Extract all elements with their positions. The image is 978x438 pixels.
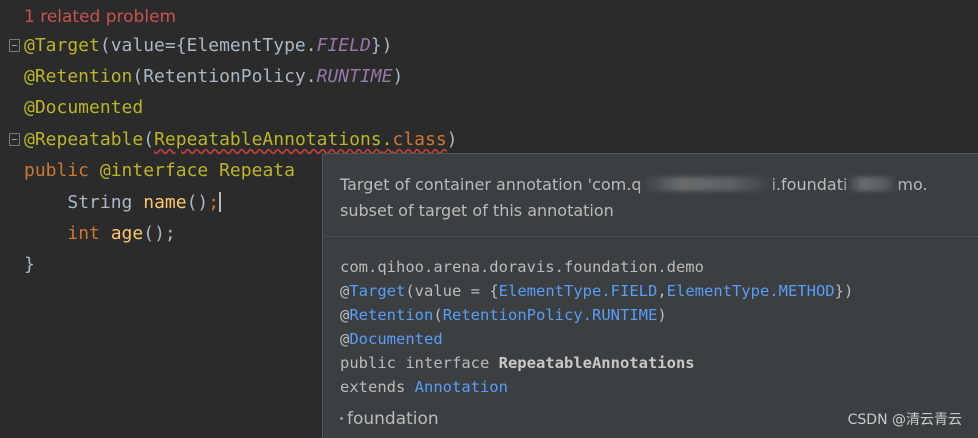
doc-text: @ (340, 282, 350, 300)
code-line-3[interactable]: @Documented (24, 92, 143, 123)
doc-package: com.qihoo.arena.doravis.foundation.demo (340, 258, 704, 276)
code-line-4[interactable]: @Repeatable(RepeatableAnnotations.class) (24, 124, 458, 155)
keyword-token: int (67, 223, 100, 244)
type-token: String (67, 192, 133, 213)
code-token: . (381, 129, 393, 150)
doc-link-retention[interactable]: Retention (349, 306, 433, 324)
code-token: ( (143, 129, 155, 150)
editor-gutter (0, 0, 22, 438)
keyword-token: public (24, 160, 90, 181)
annotation-token: @Repeatable (24, 129, 144, 150)
message-text: mo. (897, 175, 928, 194)
code-token: ) (446, 129, 458, 150)
error-tooltip-popup[interactable]: Target of container annotation 'com.q i.f… (322, 153, 978, 438)
watermark: CSDN @清云青云 (847, 412, 962, 428)
redacted-blur (847, 177, 898, 191)
redacted-blur (641, 177, 772, 191)
doc-link-documented[interactable]: Documented (349, 330, 442, 348)
module-name: foundation (347, 409, 439, 429)
code-line-7[interactable]: int age(); (24, 218, 176, 249)
fold-toggle-icon[interactable] (9, 39, 20, 52)
doc-text: public interface (340, 354, 499, 372)
constant-token: FIELD (316, 35, 371, 56)
doc-interface-name: RepeatableAnnotations (498, 354, 695, 372)
message-text: i.foundati (771, 175, 848, 194)
doc-text: , (657, 282, 667, 300)
message-text: subset of target of this annotation (340, 201, 614, 220)
keyword-token: class (392, 129, 447, 150)
doc-text: @ (340, 330, 350, 348)
brace-token: } (24, 254, 35, 275)
text-caret (219, 192, 222, 212)
code-line-2[interactable]: @Retention(RetentionPolicy.RUNTIME) (24, 61, 403, 92)
doc-text: ) (657, 306, 667, 324)
annotation-keyword-token: @interface (99, 160, 209, 181)
doc-text: @ (340, 306, 350, 324)
doc-link-elementtype-field[interactable]: ElementType.FIELD (499, 282, 658, 300)
quick-documentation: com.qihoo.arena.doravis.foundation.demo … (340, 255, 853, 399)
doc-text: ( (433, 306, 443, 324)
doc-link-target[interactable]: Target (349, 282, 405, 300)
doc-link-annotation[interactable]: Annotation (415, 378, 508, 396)
method-token: name (143, 192, 187, 213)
fold-toggle-icon[interactable] (9, 133, 20, 146)
annotation-token: @Target (24, 35, 100, 56)
module-footer: foundation (340, 409, 439, 429)
annotation-token: @Retention (24, 66, 133, 87)
related-problem-hint[interactable]: 1 related problem (24, 7, 176, 27)
code-line-8[interactable]: } (24, 249, 35, 280)
popup-divider (323, 236, 978, 237)
module-dot-icon (340, 417, 343, 420)
code-token: (); (143, 223, 176, 244)
doc-text: (value = { (405, 282, 499, 300)
doc-text: extends (340, 378, 415, 396)
code-token: }) (370, 35, 393, 56)
code-token: (value={ElementType. (99, 35, 317, 56)
code-token: () (186, 192, 209, 213)
class-reference-token: RepeatableAnnotations (154, 129, 382, 150)
annotation-token: @Documented (24, 97, 144, 118)
code-line-5[interactable]: public @interface Repeata (24, 155, 295, 186)
semicolon-token: ; (208, 192, 220, 213)
code-token: (RetentionPolicy. (132, 66, 317, 87)
code-line-1[interactable]: @Target(value={ElementType.FIELD}) (24, 30, 392, 61)
code-line-6[interactable]: String name(); (24, 187, 222, 218)
doc-link-elementtype-method[interactable]: ElementType.METHOD (667, 282, 835, 300)
error-highlighted-token[interactable]: RepeatableAnnotations.class (154, 129, 447, 150)
doc-text: }) (834, 282, 854, 300)
interface-name-token: Repeata (219, 160, 295, 181)
method-token: age (110, 223, 144, 244)
code-token: ) (392, 66, 404, 87)
error-message: Target of container annotation 'com.q i.f… (340, 172, 978, 224)
constant-token: RUNTIME (316, 66, 393, 87)
doc-link-retentionpolicy-runtime[interactable]: RetentionPolicy.RUNTIME (443, 306, 658, 324)
message-text: Target of container annotation 'com.q (340, 175, 642, 194)
